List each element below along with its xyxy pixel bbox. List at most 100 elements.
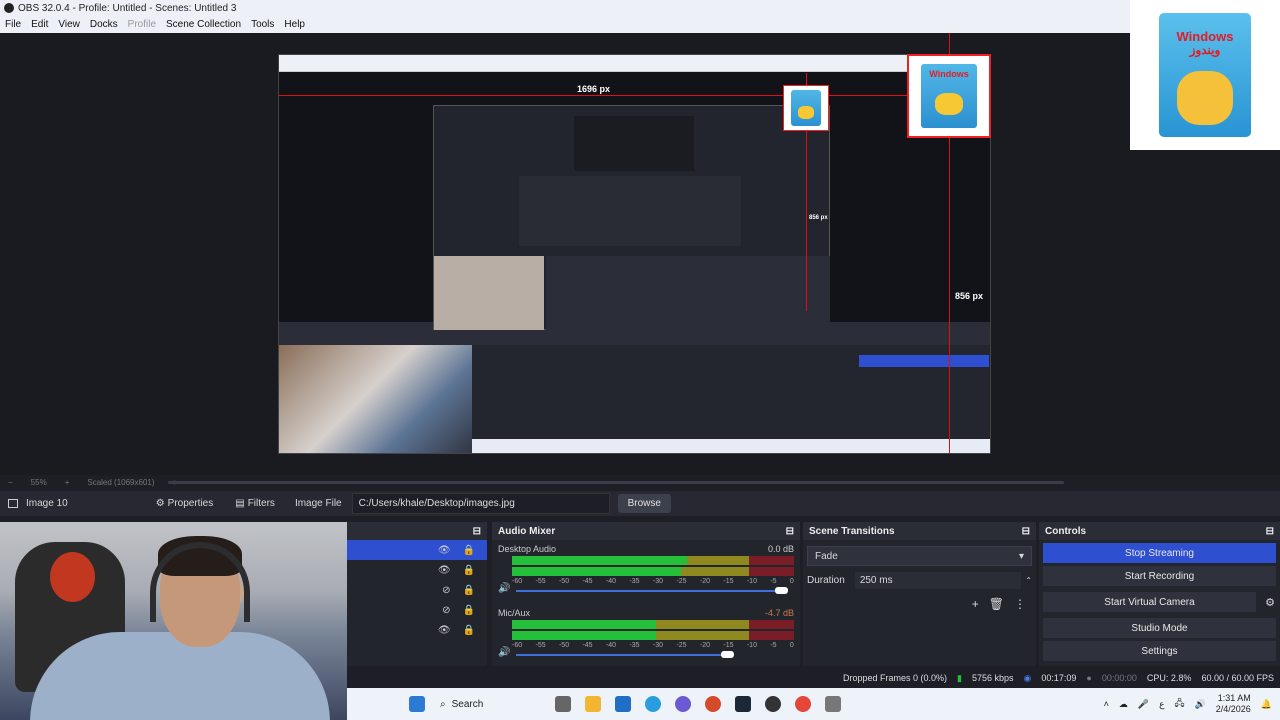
thumb-brand-text: Windows bbox=[1176, 29, 1234, 44]
scale-label[interactable]: Scaled (1069x601) bbox=[87, 478, 154, 487]
browse-button[interactable]: Browse bbox=[617, 494, 671, 513]
source-name: Image 10 bbox=[26, 498, 68, 509]
volume-slider-mic[interactable]: 🔊 bbox=[498, 647, 794, 658]
menu-scene-collection[interactable]: Scene Collection bbox=[161, 19, 246, 30]
add-transition-icon[interactable]: + bbox=[972, 597, 979, 611]
lock-icon[interactable]: 🔒 bbox=[463, 565, 475, 576]
eye-icon[interactable]: 👁 bbox=[438, 545, 451, 556]
menu-bar: File Edit View Docks Profile Scene Colle… bbox=[0, 16, 1280, 33]
store-icon[interactable] bbox=[615, 696, 631, 712]
brave-icon[interactable] bbox=[705, 696, 721, 712]
nested-titlebar bbox=[279, 55, 990, 64]
steam-icon[interactable] bbox=[735, 696, 751, 712]
lock-icon[interactable]: 🔒 bbox=[463, 605, 475, 616]
properties-button[interactable]: ⚙ Properties bbox=[156, 498, 214, 509]
start-virtual-camera-button[interactable]: Start Virtual Camera bbox=[1043, 592, 1256, 612]
window-title: OBS 32.0.4 - Profile: Untitled - Scenes:… bbox=[18, 2, 237, 14]
eye-hidden-icon[interactable]: ⊘ bbox=[442, 585, 450, 596]
dock-menu-icon[interactable]: ⊟ bbox=[1022, 526, 1030, 537]
file-explorer-icon[interactable] bbox=[585, 696, 601, 712]
preview-canvas[interactable]: Windows 1696 px 856 px 856 px bbox=[0, 33, 1280, 475]
window-titlebar: OBS 32.0.4 - Profile: Untitled - Scenes:… bbox=[0, 0, 1280, 16]
menu-docks[interactable]: Docks bbox=[85, 19, 123, 30]
dock-menu-icon[interactable]: ⊟ bbox=[1266, 526, 1274, 537]
dropped-frames: Dropped Frames 0 (0.0%) bbox=[842, 673, 948, 683]
zoom-plus-icon[interactable]: + bbox=[65, 478, 70, 487]
source-row[interactable]: ⊘ 🔒 bbox=[347, 600, 487, 620]
source-row[interactable]: ⊘ 🔒 bbox=[347, 580, 487, 600]
start-icon[interactable] bbox=[409, 696, 425, 712]
eye-icon[interactable]: 👁 bbox=[438, 625, 451, 636]
preview-scrollbar[interactable] bbox=[168, 481, 1064, 484]
search-label: Search bbox=[451, 698, 484, 710]
duration-field[interactable]: 250 ms bbox=[854, 572, 1022, 589]
selected-image-source[interactable]: Windows bbox=[907, 54, 991, 138]
meter-mic bbox=[512, 620, 794, 629]
filters-label: Filters bbox=[247, 498, 275, 509]
zoom-minus-icon[interactable]: − bbox=[8, 478, 13, 487]
settings-button[interactable]: Settings bbox=[1043, 641, 1276, 661]
volume-icon[interactable]: 🔊 bbox=[1195, 699, 1206, 710]
sources-dock-menu-icon[interactable]: ⊟ bbox=[473, 526, 481, 537]
controls-dock: Controls ⊟ Stop Streaming Start Recordin… bbox=[1039, 522, 1280, 666]
speaker-icon[interactable]: 🔊 bbox=[498, 583, 510, 594]
volume-slider-desktop[interactable]: 🔊 bbox=[498, 583, 794, 594]
edge-icon[interactable] bbox=[645, 696, 661, 712]
chrome-icon[interactable] bbox=[795, 696, 811, 712]
speaker-icon[interactable]: 🔊 bbox=[498, 647, 510, 658]
lock-icon[interactable]: 🔒 bbox=[463, 585, 475, 596]
obs-taskbar-icon[interactable] bbox=[765, 696, 781, 712]
taskbar-search[interactable]: ⌕ Search bbox=[440, 699, 540, 710]
settings-app-icon[interactable] bbox=[825, 696, 841, 712]
duration-label: Duration bbox=[807, 575, 845, 586]
properties-label: Properties bbox=[167, 498, 214, 509]
meter-desktop-2 bbox=[512, 567, 794, 576]
menu-file[interactable]: File bbox=[0, 19, 26, 30]
virtual-camera-settings-icon[interactable]: ⚙ bbox=[1260, 596, 1280, 609]
nested-taskbar bbox=[472, 439, 990, 453]
network-icon[interactable]: 🖧 bbox=[1174, 696, 1184, 712]
record-icon: ● bbox=[1086, 673, 1092, 683]
duration-stepper[interactable]: ⌃ bbox=[1025, 576, 1032, 585]
trash-icon[interactable]: 🗑 bbox=[989, 597, 1004, 611]
language-indicator[interactable]: ع bbox=[1159, 699, 1164, 710]
signal-icon: ▮ bbox=[957, 672, 962, 683]
menu-tools[interactable]: Tools bbox=[246, 19, 279, 30]
eye-hidden-icon[interactable]: ⊘ bbox=[442, 605, 450, 616]
cpu-usage: CPU: 2.8% bbox=[1146, 673, 1192, 683]
eye-icon[interactable]: 👁 bbox=[438, 565, 451, 576]
controls-title: Controls bbox=[1045, 525, 1087, 537]
transition-select[interactable]: Fade ▾ bbox=[807, 546, 1032, 566]
notifications-icon[interactable]: 🔔 bbox=[1261, 699, 1272, 710]
transition-value: Fade bbox=[815, 550, 838, 562]
scene-transitions-title: Scene Transitions bbox=[809, 525, 895, 537]
source-row[interactable]: 👁 🔒 bbox=[347, 620, 487, 640]
image-path-field[interactable]: C:/Users/khale/Desktop/images.jpg bbox=[351, 493, 610, 514]
program-preview[interactable] bbox=[278, 54, 991, 454]
discord-icon[interactable] bbox=[675, 696, 691, 712]
task-view-icon[interactable] bbox=[555, 696, 571, 712]
bag-brand-text: Windows bbox=[929, 69, 969, 80]
transition-menu-icon[interactable]: ⋮ bbox=[1014, 597, 1026, 611]
start-recording-button[interactable]: Start Recording bbox=[1043, 566, 1276, 586]
clock-time: 1:31 AM bbox=[1217, 693, 1251, 703]
source-row[interactable]: 👁 🔒 bbox=[347, 560, 487, 580]
lock-icon[interactable]: 🔒 bbox=[463, 545, 475, 556]
scene-transitions-dock: Scene Transitions ⊟ Fade ▾ Duration 250 … bbox=[803, 522, 1036, 666]
nested-webcam-feed bbox=[279, 345, 472, 453]
lock-icon[interactable]: 🔒 bbox=[463, 625, 475, 636]
cloud-icon[interactable]: ☁ bbox=[1119, 699, 1128, 710]
menu-help[interactable]: Help bbox=[279, 19, 310, 30]
source-row[interactable]: 👁 🔒 bbox=[347, 540, 487, 560]
system-tray: ˄ ☁ 🎤 ع 🖧 🔊 1:31 AM 2/4/2026 🔔 bbox=[1104, 688, 1272, 720]
dock-menu-icon[interactable]: ⊟ bbox=[786, 526, 794, 537]
studio-mode-button[interactable]: Studio Mode bbox=[1043, 618, 1276, 638]
filters-button[interactable]: ▤ Filters bbox=[235, 498, 275, 509]
thumb-brand-arabic: ويندوز bbox=[1189, 43, 1221, 57]
stop-streaming-button[interactable]: Stop Streaming bbox=[1043, 543, 1276, 563]
menu-edit[interactable]: Edit bbox=[26, 19, 53, 30]
mic-icon[interactable]: 🎤 bbox=[1138, 699, 1149, 710]
clock[interactable]: 1:31 AM 2/4/2026 bbox=[1216, 693, 1251, 715]
menu-view[interactable]: View bbox=[53, 19, 85, 30]
chevron-up-icon[interactable]: ˄ bbox=[1104, 699, 1109, 709]
